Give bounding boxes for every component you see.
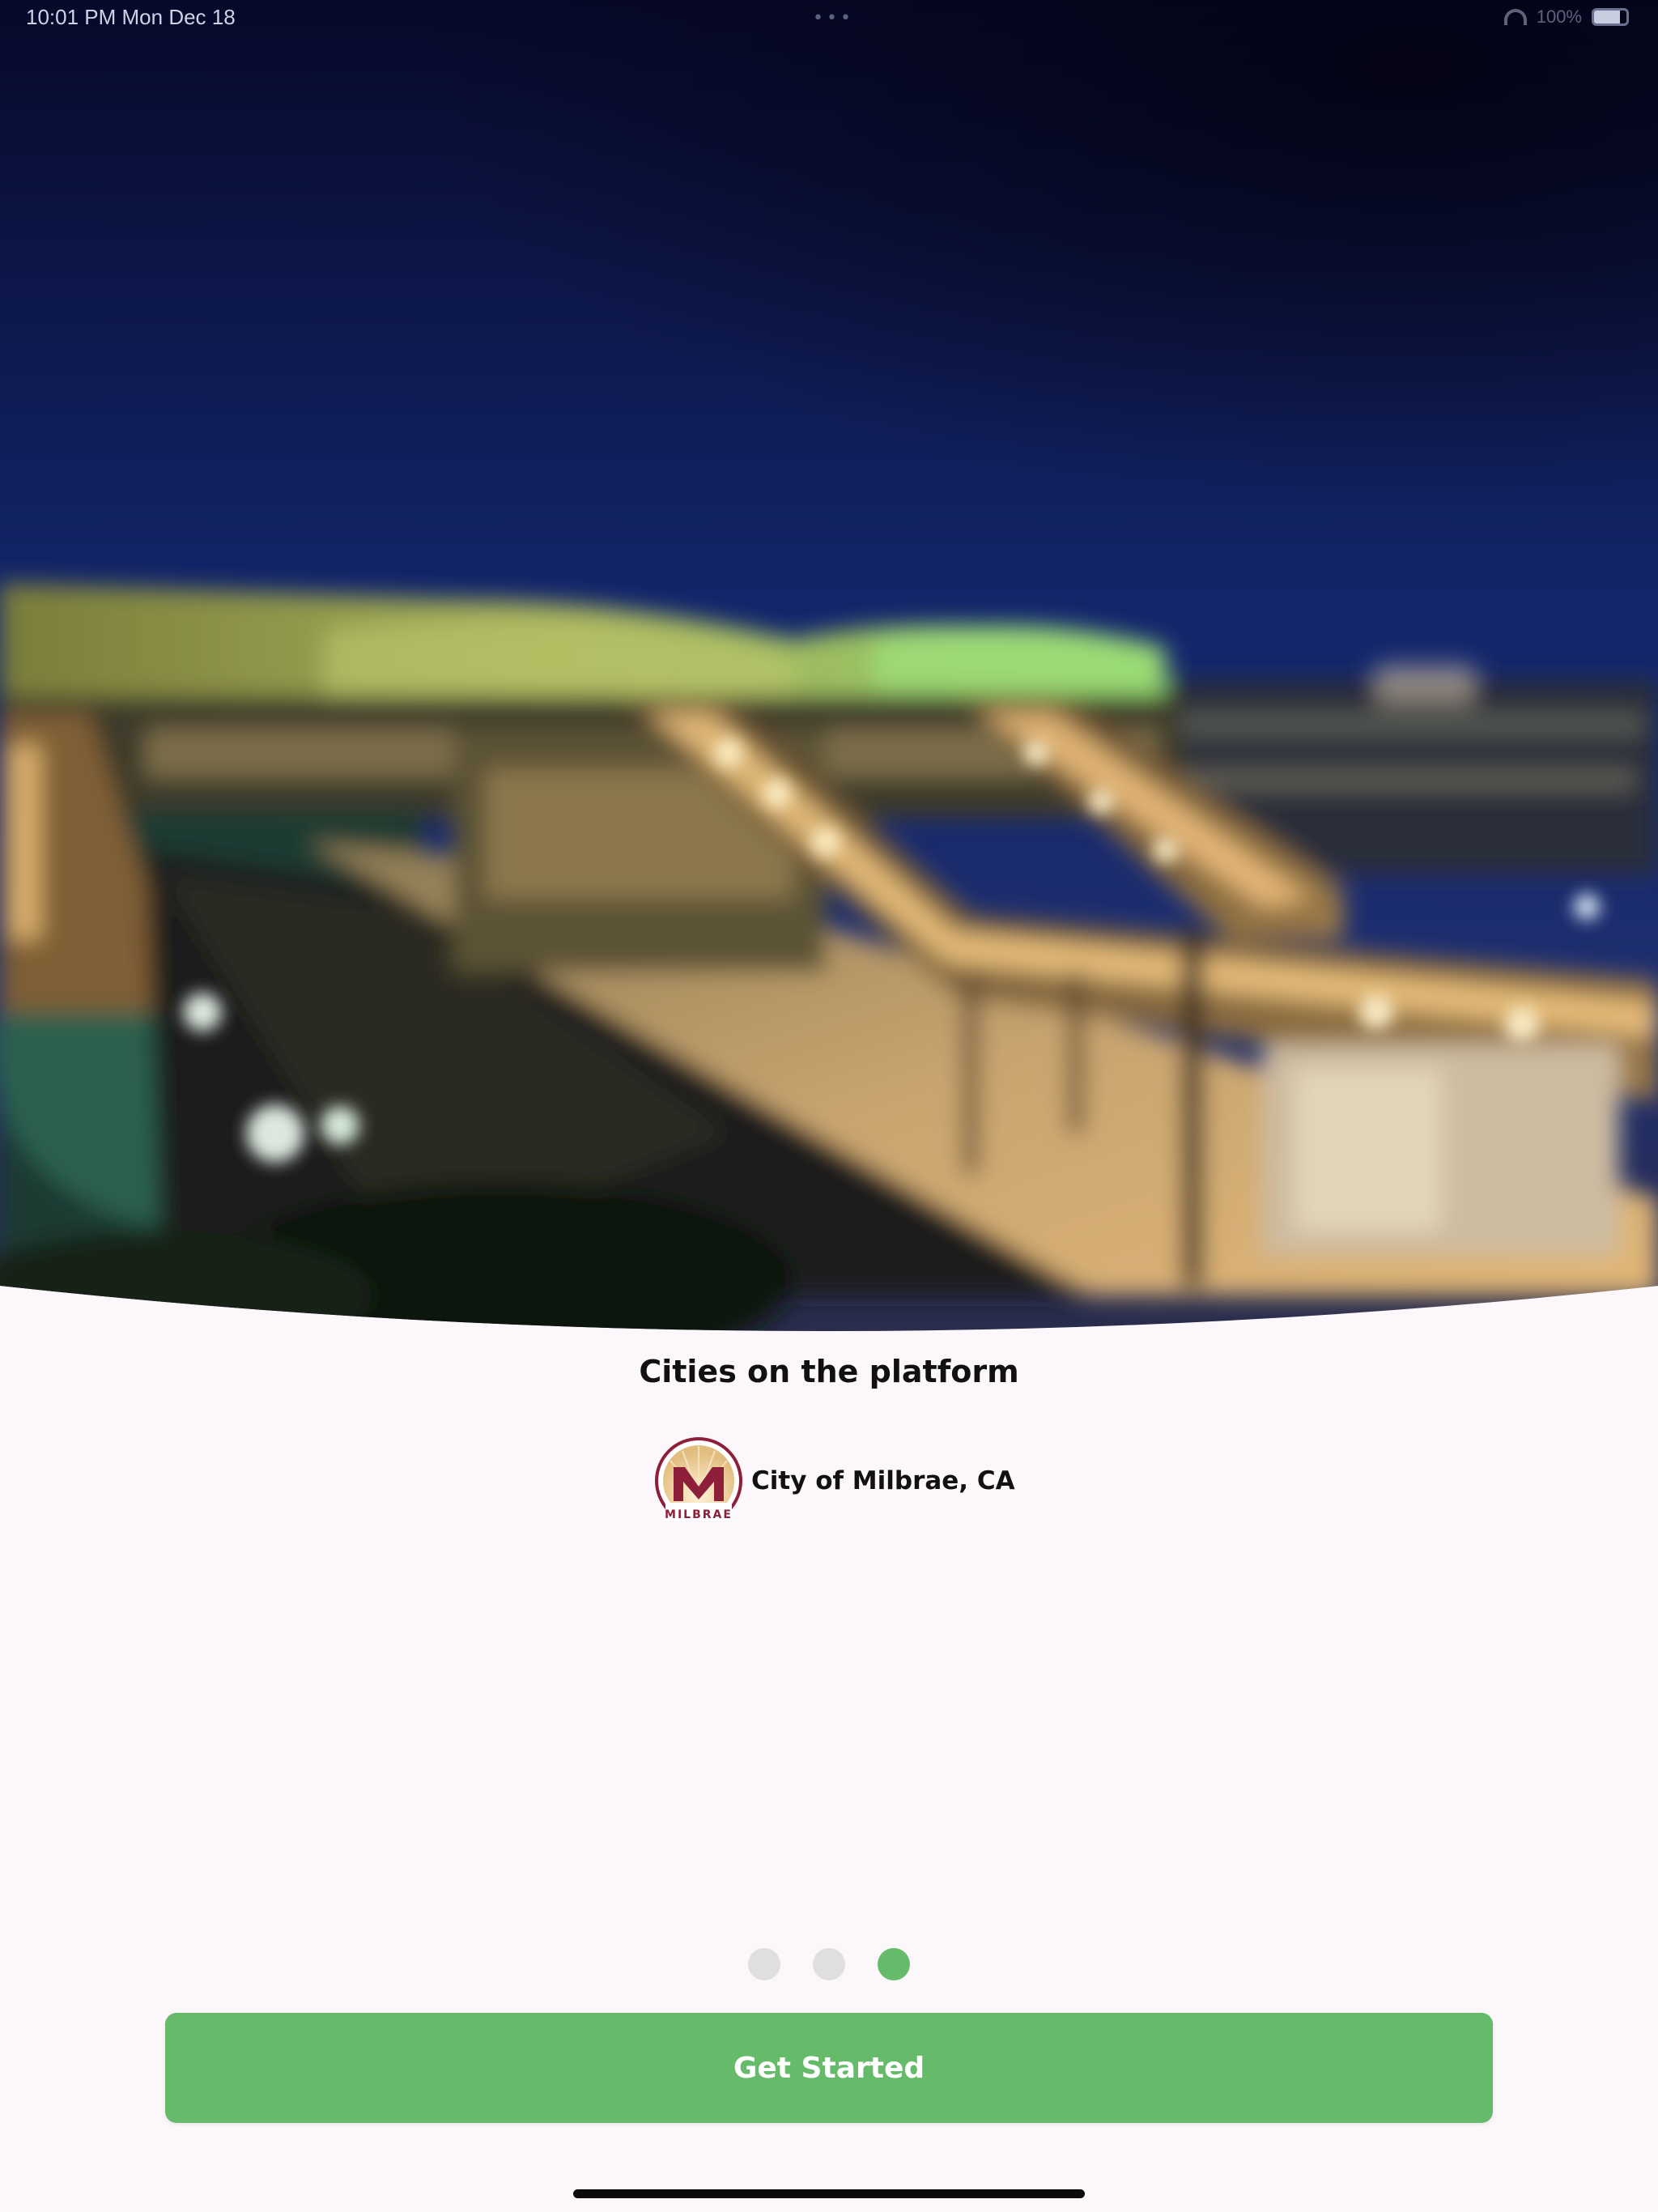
city-name: City of Milbrae, CA	[751, 1466, 1015, 1495]
status-indicators: 100%	[1503, 6, 1629, 28]
hero-image	[0, 0, 1658, 1344]
battery-percent: 100%	[1536, 6, 1582, 27]
battery-icon	[1592, 8, 1629, 26]
status-bar: 10:01 PM Mon Dec 18 ••• 100%	[0, 0, 1658, 39]
get-started-button[interactable]: Get Started	[165, 2013, 1493, 2123]
page-dot-2[interactable]	[813, 1948, 845, 1980]
multitasking-dots-icon[interactable]: •••	[813, 8, 854, 28]
page-dot-3-active[interactable]	[878, 1948, 910, 1980]
page-indicator	[0, 1948, 1658, 1980]
logo-text: MILBRAE	[665, 1508, 733, 1521]
home-indicator[interactable]	[573, 2189, 1085, 2198]
page-dot-1[interactable]	[748, 1948, 780, 1980]
wifi-icon	[1503, 9, 1527, 25]
section-title: Cities on the platform	[639, 1354, 1019, 1389]
city-logo-icon: MILBRAE	[655, 1437, 742, 1521]
city-list-item[interactable]: MILBRAE City of Milbrae, CA	[654, 1436, 1015, 1525]
status-time: 10:01 PM Mon Dec 18	[26, 5, 236, 29]
onboarding-screen: 10:01 PM Mon Dec 18 ••• 100% Cities on t…	[0, 0, 1658, 2212]
